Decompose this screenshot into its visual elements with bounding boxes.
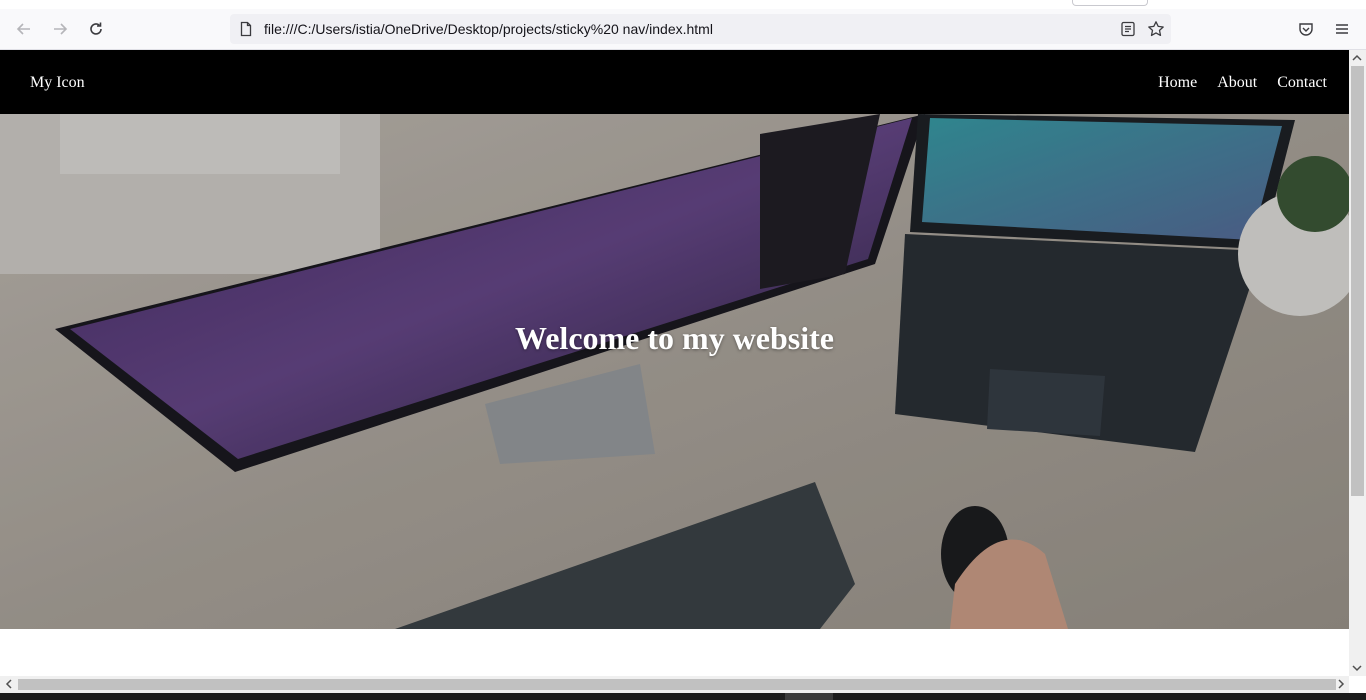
url-text[interactable]: file:///C:/Users/istia/OneDrive/Desktop/… [264,21,713,37]
hero-background-image [0,114,1349,629]
pocket-button[interactable] [1292,15,1320,43]
hero-title: Welcome to my website [514,320,834,356]
nav-link-about[interactable]: About [1217,74,1257,92]
vertical-scroll-thumb[interactable] [1351,66,1364,496]
scroll-right-arrow-icon[interactable] [1334,677,1348,691]
tab-strip [0,0,1366,9]
hamburger-menu-icon [1336,24,1348,34]
tab-indicator[interactable] [1072,0,1148,6]
browser-toolbar: file:///C:/Users/istia/OneDrive/Desktop/… [0,9,1366,50]
pocket-icon [1299,23,1313,36]
url-bar[interactable]: file:///C:/Users/istia/OneDrive/Desktop/… [230,14,1171,44]
arrow-left-icon [16,23,30,35]
scroll-up-arrow-icon[interactable] [1350,51,1364,65]
nav-link-contact[interactable]: Contact [1277,74,1327,92]
reload-icon [90,22,102,35]
taskbar-item[interactable] [785,693,833,700]
nav-link-home[interactable]: Home [1158,74,1197,92]
scroll-down-arrow-icon[interactable] [1350,661,1364,675]
page-icon [240,21,252,37]
arrow-right-icon [54,23,68,35]
nav-links: Home About Contact [1158,74,1327,92]
reload-button[interactable] [82,15,110,43]
scroll-left-arrow-icon[interactable] [2,677,16,691]
page-viewport: My Icon Home About Contact Welcome to my… [0,50,1349,676]
app-menu-button[interactable] [1328,15,1356,43]
os-taskbar [0,693,1366,700]
hero-section: Welcome to my website [0,114,1349,629]
site-brand[interactable]: My Icon [30,74,85,92]
forward-button[interactable] [46,15,74,43]
star-icon[interactable] [1147,20,1165,38]
back-button[interactable] [10,15,38,43]
sticky-navbar: My Icon Home About Contact [0,50,1349,114]
reader-view-icon[interactable] [1119,20,1137,38]
horizontal-scroll-thumb[interactable] [18,679,1336,690]
